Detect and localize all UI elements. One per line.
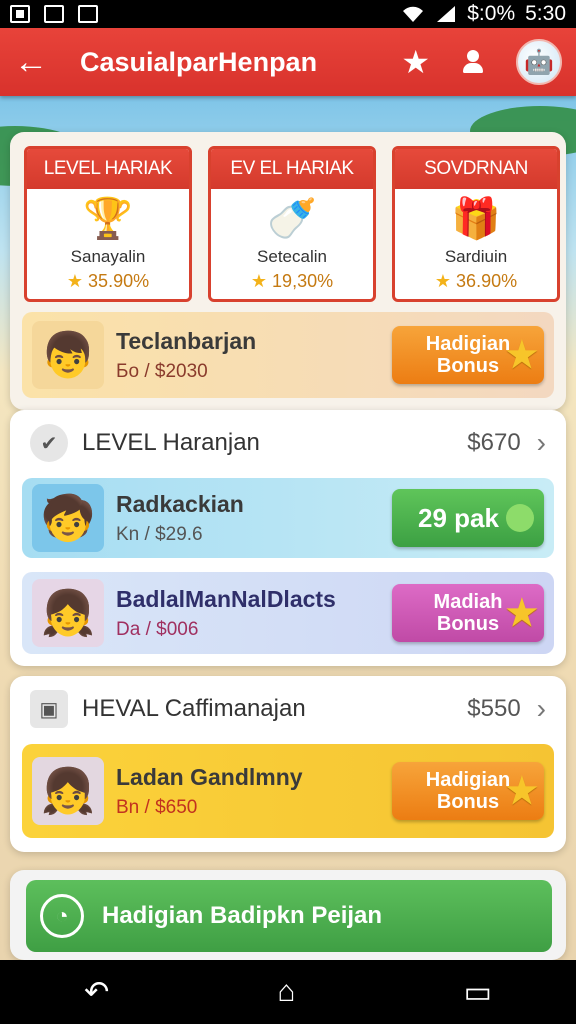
trophy-icon: 🏆 [83, 196, 133, 241]
list-item[interactable]: 👧 Ladan Gandlmny Bn / $650 Hadigian Bonus… [22, 744, 554, 838]
level-card-name: Sanayalin [70, 247, 146, 266]
bonus-button[interactable]: Madiah Bonus ★ [392, 584, 544, 642]
mascot-avatar[interactable]: 🤖 [516, 39, 562, 85]
level-card[interactable]: SOVDRNAN 🎁 Sardiuin ★ 36.90% [392, 146, 560, 302]
cta-button[interactable]: ◔ Hadigian Badipkn Peijan [26, 880, 552, 952]
pack-button[interactable]: 29 pak [392, 489, 544, 547]
level-card-percent: ★ 35.90% [66, 271, 150, 291]
box-icon: ▣ [30, 690, 68, 728]
signal-icon [437, 6, 456, 22]
girl-avatar: 👧 [32, 579, 104, 647]
gift-icon: 🎁 [451, 196, 501, 241]
star-icon: ★ [66, 271, 84, 291]
item-price: Bn / $650 [116, 796, 198, 818]
featured-price: Бo / $2030 [116, 360, 208, 382]
app-bar: ← CasuialparHenpan ★ 🤖 [0, 28, 576, 96]
notification-icon [10, 5, 30, 23]
star-icon: ★ [434, 271, 452, 291]
section-title: LEVEL Haranjan [82, 429, 260, 456]
battery-text: $:0% [467, 2, 516, 25]
status-bar: $:0% 5:30 [0, 0, 576, 28]
star-icon: ★ [505, 592, 538, 633]
level-card-header: LEVEL HARIAK [27, 149, 189, 189]
level-card-header: EV EL HARIAK [211, 149, 373, 189]
system-nav-bar: ↶ ⌂ ▭ [0, 960, 576, 1024]
boy-avatar: 👦 [32, 321, 104, 389]
wifi-icon [403, 6, 424, 22]
favorite-star-icon[interactable]: ★ [401, 43, 430, 81]
check-icon: ✔ [30, 424, 68, 462]
levels-panel: LEVEL HARIAK 🏆 Sanayalin ★ 35.90% EV EL … [10, 132, 566, 410]
bonus-button[interactable]: Hadigian Bonus ★ [392, 762, 544, 820]
recents-icon[interactable]: ▭ [464, 975, 492, 1010]
back-icon[interactable]: ↶ [84, 975, 109, 1010]
bottle-icon: 🍼 [267, 196, 317, 241]
featured-name: Teclanbarjan [116, 327, 257, 354]
coin-icon [506, 504, 534, 532]
chevron-right-icon: › [536, 427, 546, 458]
list-item[interactable]: 🧒 Radkackian Kn / $29.6 29 pak [22, 478, 554, 558]
section-header[interactable]: ▣ HEVAL Caffimanajan $550 › [10, 676, 566, 742]
clock-icon: ◔ [40, 894, 84, 938]
featured-row[interactable]: 👦 Teclanbarjan Бo / $2030 Hadigian Bonus … [22, 312, 554, 398]
back-arrow-icon[interactable]: ← [14, 45, 58, 79]
gallery-icon [78, 5, 98, 23]
item-name: BadlalManNalDlacts [116, 585, 336, 612]
profile-icon[interactable] [460, 49, 486, 75]
page-title: CasuialparHenpan [80, 46, 318, 77]
chevron-right-icon: › [536, 693, 546, 724]
section-price: $550 [467, 695, 521, 722]
section-panel: ▣ HEVAL Caffimanajan $550 › 👧 Ladan Gand… [10, 676, 566, 852]
cta-label: Hadigian Badipkn Peijan [102, 902, 383, 929]
section-title: HEVAL Caffimanajan [82, 695, 306, 722]
level-card-header: SOVDRNAN [395, 149, 557, 189]
boy-avatar: 🧒 [32, 484, 104, 552]
girl-avatar: 👧 [32, 757, 104, 825]
level-card[interactable]: LEVEL HARIAK 🏆 Sanayalin ★ 35.90% [24, 146, 192, 302]
level-card-percent: ★ 36.90% [434, 271, 518, 291]
image-icon [44, 5, 64, 23]
level-card-name: Sardiuin [444, 247, 508, 266]
section-header[interactable]: ✔ LEVEL Haranjan $670 › [10, 410, 566, 476]
section-price: $670 [467, 429, 521, 456]
list-item[interactable]: 👧 BadlalManNalDlacts Da / $006 Madiah Bon… [22, 572, 554, 654]
level-card[interactable]: EV EL HARIAK 🍼 Setecalin ★ 19,30% [208, 146, 376, 302]
level-card-percent: ★ 19,30% [250, 271, 334, 291]
item-price: Kn / $29.6 [116, 523, 203, 545]
star-icon: ★ [250, 271, 268, 291]
section-panel: ✔ LEVEL Haranjan $670 › 🧒 Radkackian Kn … [10, 410, 566, 666]
star-icon: ★ [505, 334, 538, 375]
item-name: Ladan Gandlmny [116, 763, 303, 790]
item-price: Da / $006 [116, 618, 199, 640]
home-icon[interactable]: ⌂ [277, 975, 295, 1009]
item-name: Radkackian [116, 490, 244, 517]
level-card-name: Setecalin [257, 247, 327, 266]
bonus-button[interactable]: Hadigian Bonus ★ [392, 326, 544, 384]
star-icon: ★ [505, 770, 538, 811]
cta-panel: ◔ Hadigian Badipkn Peijan [10, 870, 566, 960]
clock: 5:30 [525, 2, 566, 25]
